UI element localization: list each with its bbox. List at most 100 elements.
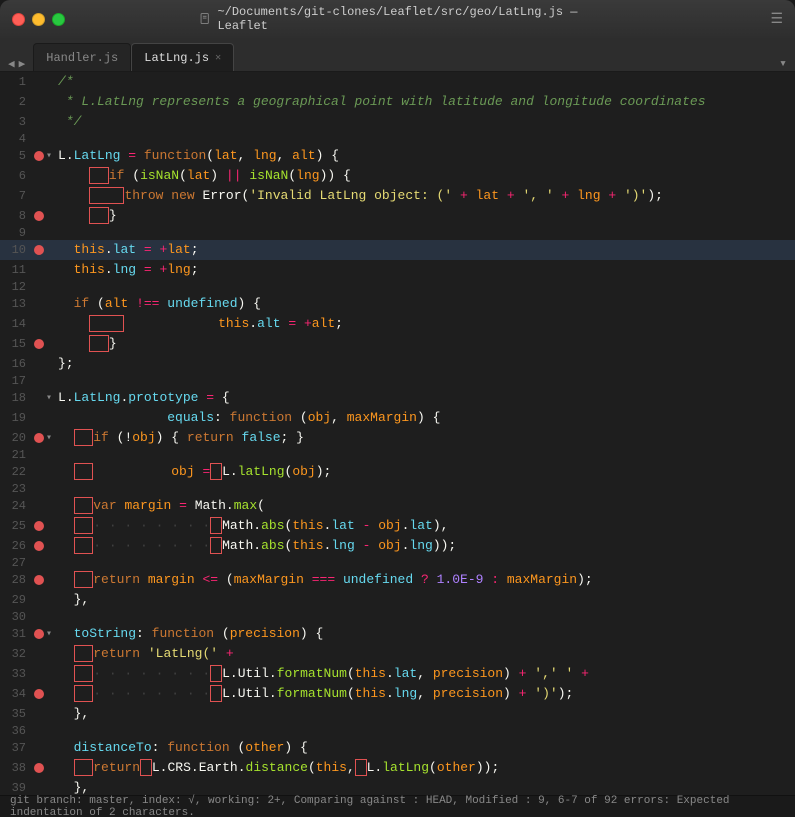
breakpoint-dot[interactable] xyxy=(34,299,44,309)
breakpoint-dot[interactable] xyxy=(34,484,44,494)
line-number: 39 xyxy=(4,781,34,795)
code-content: var margin = Math.max( xyxy=(58,496,795,516)
tab-latlng[interactable]: LatLng.js ✕ xyxy=(131,43,234,71)
breakpoint-dot[interactable] xyxy=(34,669,44,679)
code-content: this.alt = +alt; xyxy=(58,314,795,334)
breakpoint-dot[interactable] xyxy=(34,77,44,87)
line-19: 19 equals: function (obj, maxMargin) { xyxy=(0,408,795,428)
tab-handler[interactable]: Handler.js xyxy=(33,43,131,71)
breakpoint-dot[interactable] xyxy=(34,245,44,255)
breakpoint-dot[interactable] xyxy=(34,709,44,719)
line-37: 37 distanceTo: function (other) { xyxy=(0,738,795,758)
breakpoint-dot[interactable] xyxy=(34,763,44,773)
breakpoint-dot[interactable] xyxy=(34,629,44,639)
breakpoint-dot[interactable] xyxy=(34,211,44,221)
line-5: 5▾L.LatLng = function(lat, lng, alt) { xyxy=(0,146,795,166)
code-content: this.lng = +lng; xyxy=(58,260,795,280)
back-arrow[interactable]: ◀ xyxy=(8,57,15,71)
breakpoint-dot[interactable] xyxy=(34,339,44,349)
line-number: 23 xyxy=(4,482,34,496)
breakpoint-dot[interactable] xyxy=(34,433,44,443)
line-number: 15 xyxy=(4,337,34,351)
breakpoint-dot[interactable] xyxy=(34,649,44,659)
breakpoint-dot[interactable] xyxy=(34,265,44,275)
tab-close-icon[interactable]: ✕ xyxy=(215,52,221,64)
titlebar-center: ~/Documents/git-clones/Leaflet/src/geo/L… xyxy=(199,5,597,33)
line-17: 17 xyxy=(0,374,795,388)
line-number: 11 xyxy=(4,263,34,277)
breakpoint-dot[interactable] xyxy=(34,575,44,585)
breakpoint-dot[interactable] xyxy=(34,376,44,386)
line-32: 32 return 'LatLng(' + xyxy=(0,644,795,664)
line-8: 8 } xyxy=(0,206,795,226)
breakpoint-dot[interactable] xyxy=(34,689,44,699)
breakpoint-dot[interactable] xyxy=(34,726,44,736)
breakpoint-dot[interactable] xyxy=(34,134,44,144)
line-1: 1 /* xyxy=(0,72,795,92)
code-content: return margin <= (maxMargin === undefine… xyxy=(58,570,795,590)
tabs-bar: ◀ ▶ Handler.js LatLng.js ✕ ▾ xyxy=(0,38,795,72)
file-icon xyxy=(199,12,212,26)
code-content: · · · · · · · · Math.abs(this.lat - obj.… xyxy=(58,516,795,536)
titlebar: ~/Documents/git-clones/Leaflet/src/geo/L… xyxy=(0,0,795,38)
breakpoint-dot[interactable] xyxy=(34,151,44,161)
line-38: 38 return L.CRS.Earth.distance(this, L.l… xyxy=(0,758,795,778)
line-4: 4 xyxy=(0,132,795,146)
fold-arrow[interactable]: ▾ xyxy=(46,432,58,444)
breakpoint-dot[interactable] xyxy=(34,171,44,181)
code-content: return L.CRS.Earth.distance(this, L.latL… xyxy=(58,758,795,778)
line-number: 28 xyxy=(4,573,34,587)
line-22: 22 obj = L.latLng(obj); xyxy=(0,462,795,482)
breakpoint-dot[interactable] xyxy=(34,612,44,622)
line-12: 12 xyxy=(0,280,795,294)
maximize-button[interactable] xyxy=(52,13,65,26)
line-26: 26 · · · · · · · · Math.abs(this.lng - o… xyxy=(0,536,795,556)
breakpoint-dot[interactable] xyxy=(34,319,44,329)
breakpoint-dot[interactable] xyxy=(34,393,44,403)
line-number: 14 xyxy=(4,317,34,331)
minimize-button[interactable] xyxy=(32,13,45,26)
breakpoint-dot[interactable] xyxy=(34,97,44,107)
line-number: 2 xyxy=(4,95,34,109)
tabs-overflow[interactable]: ▾ xyxy=(779,56,787,71)
breakpoint-dot[interactable] xyxy=(34,413,44,423)
line-number: 7 xyxy=(4,189,34,203)
titlebar-menu[interactable]: ☰ xyxy=(770,11,783,28)
breakpoint-dot[interactable] xyxy=(34,282,44,292)
tab-handler-label: Handler.js xyxy=(46,51,118,65)
breakpoint-dot[interactable] xyxy=(34,558,44,568)
line-number: 35 xyxy=(4,707,34,721)
breakpoint-dot[interactable] xyxy=(34,191,44,201)
breakpoint-dot[interactable] xyxy=(34,467,44,477)
breakpoint-dot[interactable] xyxy=(34,595,44,605)
line-number: 22 xyxy=(4,465,34,479)
forward-arrow[interactable]: ▶ xyxy=(19,57,26,71)
line-number: 26 xyxy=(4,539,34,553)
fold-arrow[interactable]: ▾ xyxy=(46,150,58,162)
code-content: if (!obj) { return false; } xyxy=(58,428,795,448)
line-20: 20▾ if (!obj) { return false; } xyxy=(0,428,795,448)
breakpoint-dot[interactable] xyxy=(34,117,44,127)
breakpoint-dot[interactable] xyxy=(34,359,44,369)
fold-arrow[interactable]: ▾ xyxy=(46,628,58,640)
line-number: 13 xyxy=(4,297,34,311)
code-content: }, xyxy=(58,704,795,724)
breakpoint-dot[interactable] xyxy=(34,521,44,531)
code-content: * L.LatLng represents a geographical poi… xyxy=(58,92,795,112)
close-button[interactable] xyxy=(12,13,25,26)
fold-arrow[interactable]: ▾ xyxy=(46,392,58,404)
line-number: 30 xyxy=(4,610,34,624)
traffic-lights xyxy=(12,13,65,26)
line-18: 18▾L.LatLng.prototype = { xyxy=(0,388,795,408)
breakpoint-dot[interactable] xyxy=(34,743,44,753)
breakpoint-dot[interactable] xyxy=(34,501,44,511)
code-content: obj = L.latLng(obj); xyxy=(58,462,795,482)
breakpoint-dot[interactable] xyxy=(34,450,44,460)
line-28: 28 return margin <= (maxMargin === undef… xyxy=(0,570,795,590)
breakpoint-dot[interactable] xyxy=(34,541,44,551)
statusbar-text: git branch: master, index: √, working: 2… xyxy=(10,795,785,817)
line-number: 8 xyxy=(4,209,34,223)
line-6: 6 if (isNaN(lat) || isNaN(lng)) { xyxy=(0,166,795,186)
breakpoint-dot[interactable] xyxy=(34,228,44,238)
breakpoint-dot[interactable] xyxy=(34,783,44,793)
